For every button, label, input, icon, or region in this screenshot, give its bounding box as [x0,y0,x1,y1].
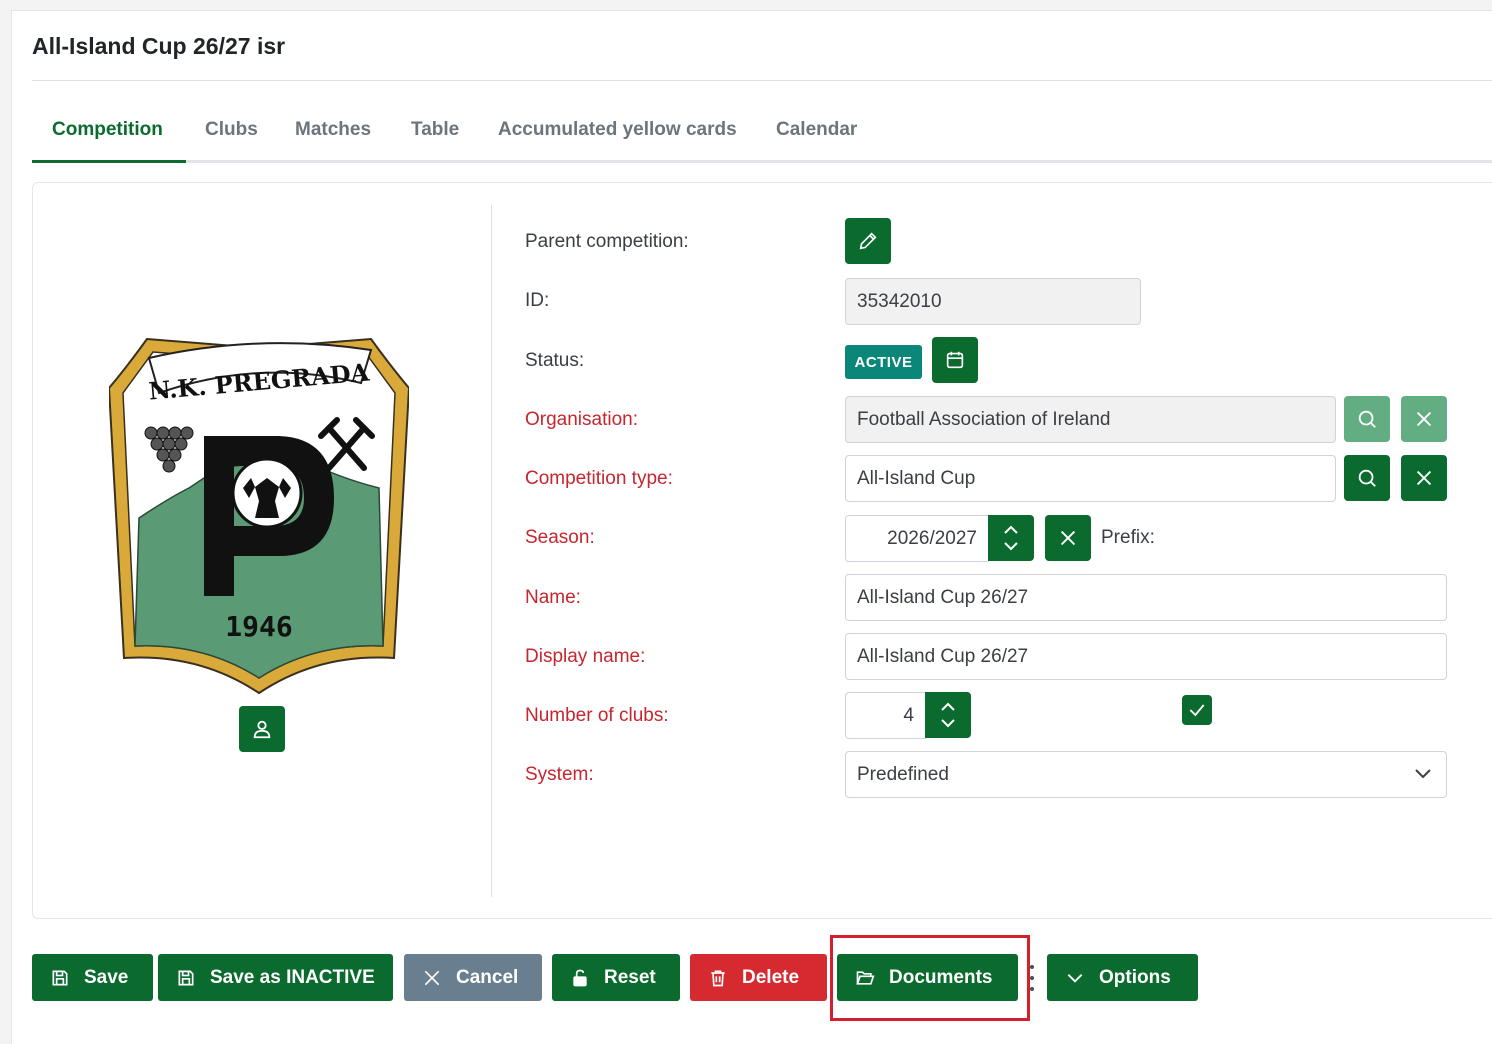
number-of-clubs-label: Number of clubs: [525,705,669,726]
trash-icon [711,970,725,986]
chevron-down-icon [1067,973,1083,983]
status-calendar-button[interactable] [932,337,978,383]
chevron-down-icon [1415,769,1431,779]
close-icon [1060,530,1076,546]
tab-calendar[interactable]: Calendar [776,119,857,141]
card-divider [491,205,492,897]
organisation-label: Organisation: [525,409,639,430]
cancel-button[interactable]: Cancel [404,954,542,1001]
id-label: ID: [525,290,550,311]
delete-button[interactable]: Delete [690,954,827,1001]
name-input[interactable]: All-Island Cup 26/27 [845,574,1447,621]
edit-parent-competition-button[interactable] [845,218,891,264]
unlock-icon [573,969,587,986]
page: All-Island Cup 26/27 isr Competition Clu… [11,10,1492,1044]
status-label: Status: [525,350,585,371]
close-icon [1416,470,1432,486]
season-stepper[interactable] [988,515,1034,561]
organisation-field[interactable]: Football Association of Ireland [845,396,1336,443]
save-button[interactable]: Save [32,954,153,1001]
tab-competition[interactable]: Competition [52,119,163,141]
prefix-label: Prefix: [1101,527,1155,548]
chevron-up-icon[interactable] [940,702,956,712]
display-name-input[interactable]: All-Island Cup 26/27 [845,633,1447,680]
active-tab-indicator [32,160,186,163]
season-input[interactable]: 2026/2027 [845,515,989,562]
options-button-label: Options [1099,966,1171,988]
cancel-button-label: Cancel [456,966,519,988]
system-select-value: Predefined [857,763,949,785]
competition-type-field[interactable]: All-Island Cup [845,455,1336,502]
close-icon [424,970,440,985]
save-as-inactive-label: Save as INACTIVE [210,966,375,988]
number-of-clubs-input[interactable]: 4 [845,692,926,739]
parent-competition-label: Parent competition: [525,231,689,252]
title-divider [32,80,1492,81]
pencil-icon [859,232,877,250]
season-clear-button[interactable] [1045,515,1091,561]
floppy-disk-icon [52,970,68,985]
reset-button[interactable]: Reset [552,954,680,1001]
edit-logo-button[interactable] [239,706,285,752]
save-button-label: Save [84,966,129,988]
tab-table[interactable]: Table [411,119,459,141]
search-icon [1358,469,1376,487]
check-icon [1189,704,1205,717]
display-name-label: Display name: [525,646,646,667]
floppy-disk-icon [178,970,194,985]
organisation-search-button[interactable] [1344,396,1390,442]
system-select[interactable]: Predefined [845,751,1447,798]
tab-clubs[interactable]: Clubs [205,119,258,141]
competition-type-clear-button[interactable] [1401,455,1447,501]
save-as-inactive-button[interactable]: Save as INACTIVE [158,954,393,1001]
delete-button-label: Delete [742,966,800,988]
search-icon [1358,410,1376,428]
organisation-clear-button[interactable] [1401,396,1447,442]
chevron-down-icon[interactable] [940,718,956,728]
competition-card: N.K. PREGRADA 1946 Parent competition: I… [32,182,1492,919]
calendar-icon [946,351,964,369]
id-field: 35342010 [845,278,1141,325]
tab-accumulated-yellow-cards[interactable]: Accumulated yellow cards [498,119,737,141]
status-badge: ACTIVE [845,345,922,379]
competition-type-label: Competition type: [525,468,673,489]
tab-bar: Competition Clubs Matches Table Accumula… [32,107,1492,163]
chevron-down-icon[interactable] [1003,541,1019,551]
documents-highlight-box [830,935,1030,1021]
number-of-clubs-stepper[interactable] [925,692,971,738]
competition-type-search-button[interactable] [1344,455,1390,501]
name-label: Name: [525,587,581,608]
prefix-checkbox[interactable] [1182,695,1212,725]
club-logo: N.K. PREGRADA 1946 [107,337,411,698]
tab-matches[interactable]: Matches [295,119,371,141]
logo-year: 1946 [225,610,292,643]
options-button[interactable]: Options [1047,954,1198,1001]
close-icon [1416,411,1432,427]
user-icon [253,720,271,739]
system-label: System: [525,764,594,785]
page-title: All-Island Cup 26/27 isr [32,33,286,59]
reset-button-label: Reset [604,966,656,988]
chevron-up-icon[interactable] [1003,525,1019,535]
season-label: Season: [525,527,595,548]
